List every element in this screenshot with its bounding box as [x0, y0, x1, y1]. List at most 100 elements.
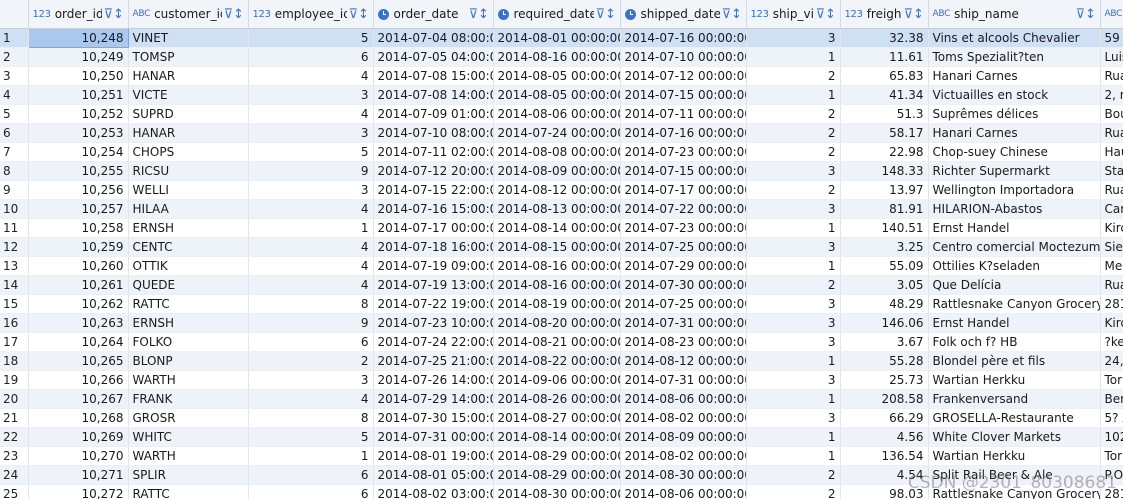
- cell-freight[interactable]: 48.29: [840, 294, 929, 314]
- cell-freight[interactable]: 3.05: [840, 275, 929, 295]
- cell-ship-name[interactable]: Hanari Carnes: [928, 123, 1101, 143]
- cell-ship-via[interactable]: 2: [746, 142, 841, 162]
- table-row[interactable]: 16 10,263 ERNSH 9 2014-07-23 10:00:00 2014-08…: [0, 313, 1123, 333]
- cell-freight[interactable]: 81.91: [840, 199, 929, 219]
- cell-order-id[interactable]: 10,264: [28, 332, 129, 352]
- cell-freight[interactable]: 55.28: [840, 351, 929, 371]
- cell-ship-address[interactable]: 2817: [1100, 294, 1123, 314]
- cell-ship-address[interactable]: Star: [1100, 161, 1123, 181]
- cell-ship-address[interactable]: Bou: [1100, 104, 1123, 124]
- cell-shipped-date[interactable]: 2014-07-16 00:00:00: [620, 123, 747, 143]
- row-number[interactable]: 17: [0, 332, 29, 352]
- cell-shipped-date[interactable]: 2014-07-23 00:00:00: [620, 142, 747, 162]
- column-header-order-id[interactable]: 123 order_id ⊽↕: [28, 0, 129, 29]
- cell-customer-id[interactable]: CENTC: [128, 237, 249, 257]
- cell-shipped-date[interactable]: 2014-08-02 00:00:00: [620, 446, 747, 466]
- row-number[interactable]: 9: [0, 180, 29, 200]
- cell-required-date[interactable]: 2014-08-05 00:00:00: [493, 66, 621, 86]
- cell-freight[interactable]: 32.38: [840, 28, 929, 48]
- cell-employee-id[interactable]: 8: [248, 408, 374, 428]
- cell-order-date[interactable]: 2014-07-30 15:00:00: [373, 408, 494, 428]
- row-number[interactable]: 2: [0, 47, 29, 67]
- cell-required-date[interactable]: 2014-08-15 00:00:00: [493, 237, 621, 257]
- row-number[interactable]: 15: [0, 294, 29, 314]
- cell-freight[interactable]: 3.67: [840, 332, 929, 352]
- cell-freight[interactable]: 41.34: [840, 85, 929, 105]
- row-number[interactable]: 25: [0, 484, 29, 499]
- row-number[interactable]: 7: [0, 142, 29, 162]
- cell-order-id[interactable]: 10,248: [27, 28, 129, 48]
- cell-customer-id[interactable]: FOLKO: [128, 332, 249, 352]
- cell-shipped-date[interactable]: 2014-08-23 00:00:00: [620, 332, 747, 352]
- column-header-shipped-date[interactable]: shipped_date ⊽↕: [620, 0, 747, 29]
- cell-shipped-date[interactable]: 2014-08-09 00:00:00: [620, 427, 747, 447]
- column-header-order-date[interactable]: order_date ⊽↕: [373, 0, 494, 29]
- cell-freight[interactable]: 11.61: [840, 47, 929, 67]
- cell-order-date[interactable]: 2014-07-04 08:00:00: [373, 28, 494, 48]
- cell-order-id[interactable]: 10,254: [28, 142, 129, 162]
- cell-order-date[interactable]: 2014-07-15 22:00:00: [373, 180, 494, 200]
- cell-required-date[interactable]: 2014-09-06 00:00:00: [493, 370, 621, 390]
- cell-ship-name[interactable]: Ottilies K?seladen: [928, 256, 1101, 276]
- cell-ship-via[interactable]: 2: [746, 180, 841, 200]
- cell-order-id[interactable]: 10,265: [28, 351, 129, 371]
- cell-ship-address[interactable]: Berl: [1100, 389, 1123, 409]
- row-number[interactable]: 5: [0, 104, 29, 124]
- cell-order-id[interactable]: 10,258: [28, 218, 129, 238]
- column-header-employee-id[interactable]: 123 employee_id ⊽↕: [248, 0, 374, 29]
- cell-order-date[interactable]: 2014-07-18 16:00:00: [373, 237, 494, 257]
- table-row[interactable]: 1 10,248 VINET 5 2014-07-04 08:00:00 2014-08-…: [0, 28, 1123, 48]
- cell-ship-address[interactable]: Hau: [1100, 142, 1123, 162]
- table-row[interactable]: 2 10,249 TOMSP 6 2014-07-05 04:00:00 2014-08-…: [0, 47, 1123, 67]
- cell-order-id[interactable]: 10,249: [28, 47, 129, 67]
- cell-freight[interactable]: 4.56: [840, 427, 929, 447]
- cell-ship-name[interactable]: Rattlesnake Canyon Grocery: [928, 294, 1101, 314]
- filter-sort-icon[interactable]: ⊽↕: [224, 7, 244, 22]
- cell-ship-name[interactable]: GROSELLA-Restaurante: [928, 408, 1101, 428]
- table-row[interactable]: 12 10,259 CENTC 4 2014-07-18 16:00:00 2014-08…: [0, 237, 1123, 257]
- cell-shipped-date[interactable]: 2014-07-17 00:00:00: [620, 180, 747, 200]
- cell-ship-name[interactable]: White Clover Markets: [928, 427, 1101, 447]
- row-number[interactable]: 13: [0, 256, 29, 276]
- cell-order-id[interactable]: 10,257: [28, 199, 129, 219]
- table-row[interactable]: 25 10,272 RATTC 6 2014-08-02 03:00:00 2014-08…: [0, 484, 1123, 499]
- cell-ship-address[interactable]: Rua: [1100, 180, 1123, 200]
- cell-ship-name[interactable]: Wartian Herkku: [928, 370, 1101, 390]
- row-number[interactable]: 6: [0, 123, 29, 143]
- cell-ship-address[interactable]: P.O.: [1100, 465, 1123, 485]
- cell-freight[interactable]: 140.51: [840, 218, 929, 238]
- filter-sort-icon[interactable]: ⊽↕: [722, 7, 742, 22]
- cell-ship-via[interactable]: 3: [746, 28, 841, 48]
- cell-ship-address[interactable]: 24, p: [1100, 351, 1123, 371]
- cell-employee-id[interactable]: 4: [248, 237, 374, 257]
- cell-freight[interactable]: 51.3: [840, 104, 929, 124]
- cell-shipped-date[interactable]: 2014-08-06 00:00:00: [620, 484, 747, 499]
- cell-ship-via[interactable]: 3: [746, 332, 841, 352]
- cell-shipped-date[interactable]: 2014-07-30 00:00:00: [620, 275, 747, 295]
- row-number[interactable]: 3: [0, 66, 29, 86]
- cell-required-date[interactable]: 2014-08-16 00:00:00: [493, 275, 621, 295]
- cell-employee-id[interactable]: 9: [248, 161, 374, 181]
- cell-employee-id[interactable]: 2: [248, 351, 374, 371]
- table-row[interactable]: 17 10,264 FOLKO 6 2014-07-24 22:00:00 2014-08…: [0, 332, 1123, 352]
- column-header-customer-id[interactable]: ABC customer_id ⊽↕: [128, 0, 249, 29]
- cell-freight[interactable]: 13.97: [840, 180, 929, 200]
- cell-ship-name[interactable]: Rattlesnake Canyon Grocery: [928, 484, 1101, 499]
- cell-order-date[interactable]: 2014-08-01 05:00:00: [373, 465, 494, 485]
- cell-customer-id[interactable]: WARTH: [128, 446, 249, 466]
- column-header-ship-address[interactable]: ABC: [1100, 0, 1123, 29]
- table-row[interactable]: 18 10,265 BLONP 2 2014-07-25 21:00:00 2014-08…: [0, 351, 1123, 371]
- cell-employee-id[interactable]: 3: [248, 370, 374, 390]
- cell-ship-name[interactable]: Suprêmes délices: [928, 104, 1101, 124]
- cell-ship-name[interactable]: Ernst Handel: [928, 218, 1101, 238]
- cell-required-date[interactable]: 2014-08-21 00:00:00: [493, 332, 621, 352]
- cell-customer-id[interactable]: WHITC: [128, 427, 249, 447]
- cell-order-date[interactable]: 2014-07-31 00:00:00: [373, 427, 494, 447]
- cell-shipped-date[interactable]: 2014-07-25 00:00:00: [620, 294, 747, 314]
- cell-ship-name[interactable]: Blondel père et fils: [928, 351, 1101, 371]
- filter-sort-icon[interactable]: ⊽↕: [469, 7, 489, 22]
- cell-employee-id[interactable]: 4: [248, 199, 374, 219]
- cell-ship-address[interactable]: Carr: [1100, 199, 1123, 219]
- cell-ship-address[interactable]: Kirc: [1100, 313, 1123, 333]
- cell-order-date[interactable]: 2014-07-05 04:00:00: [373, 47, 494, 67]
